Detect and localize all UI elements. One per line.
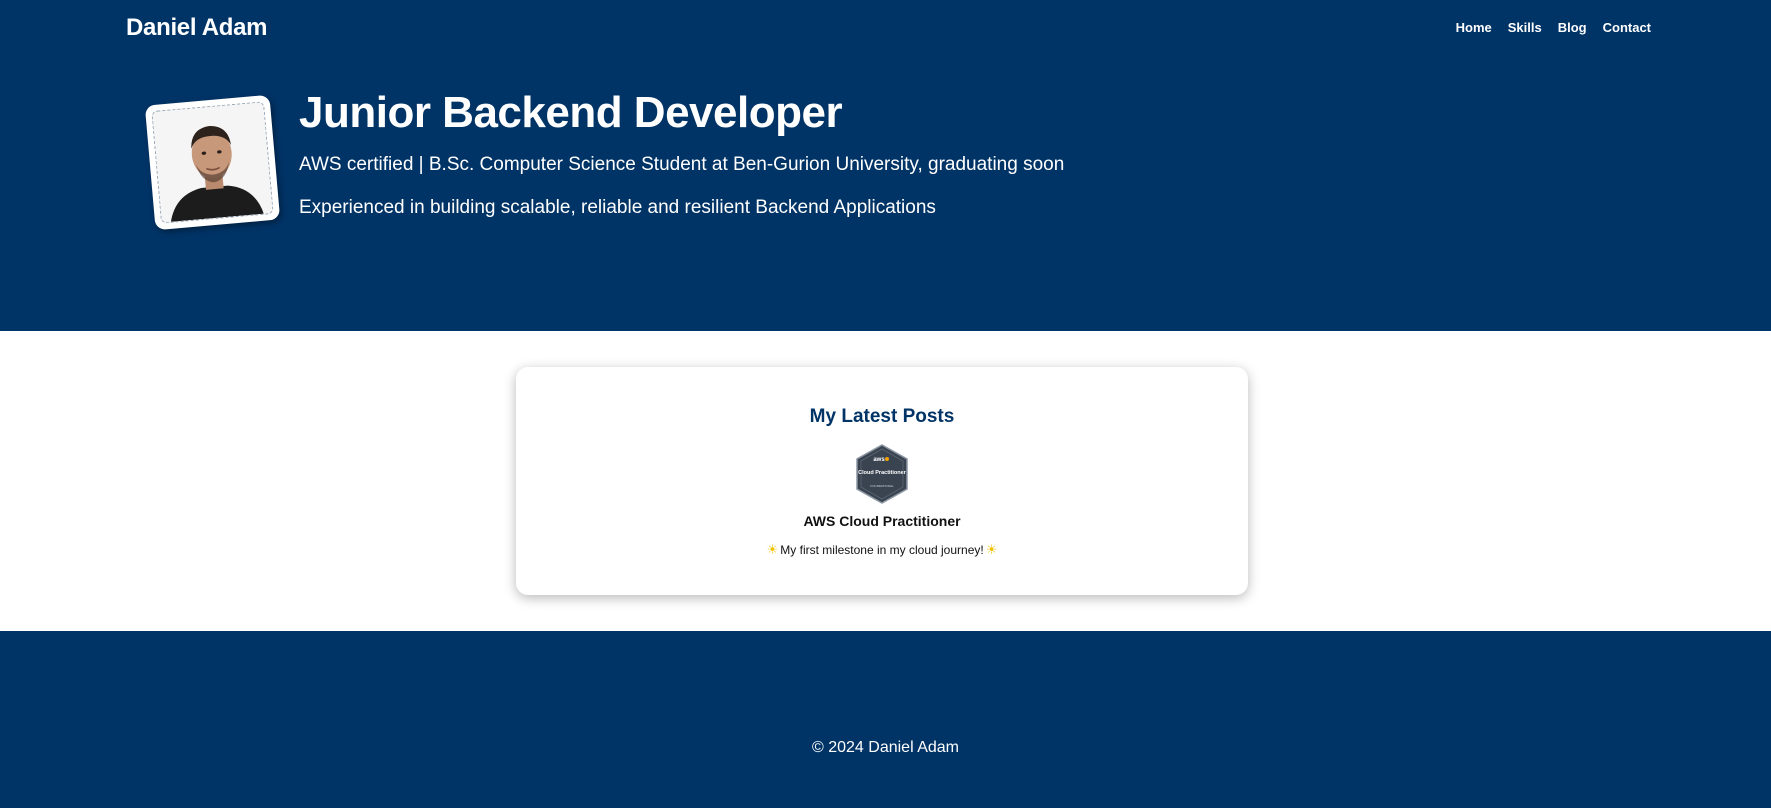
latest-posts-card: My Latest Posts aws Cloud Practitioner F…: [516, 367, 1248, 595]
hero-description: Experienced in building scalable, reliab…: [299, 197, 936, 218]
brand-name[interactable]: Daniel Adam: [126, 14, 267, 42]
post-title[interactable]: AWS Cloud Practitioner: [516, 513, 1248, 529]
sparkle-icon: ☀: [766, 542, 779, 557]
nav-link-skills[interactable]: Skills: [1508, 20, 1542, 35]
profile-photo-icon: [151, 101, 274, 224]
hero-title: Junior Backend Developer: [299, 88, 843, 137]
nav-link-blog[interactable]: Blog: [1558, 20, 1587, 35]
main-nav: Home Skills Blog Contact: [1456, 20, 1651, 35]
footer: © 2024 Daniel Adam: [0, 631, 1771, 808]
nav-link-contact[interactable]: Contact: [1603, 20, 1651, 35]
hero-subtitle: AWS certified | B.Sc. Computer Science S…: [299, 154, 1065, 175]
avatar: [144, 94, 281, 231]
nav-link-home[interactable]: Home: [1456, 20, 1492, 35]
post-description-row: ☀ My first milestone in my cloud journey…: [516, 542, 1248, 558]
hero-section: Daniel Adam Home Skills Blog Contact Jun…: [0, 0, 1771, 331]
sparkle-icon: ☀: [985, 542, 998, 557]
copyright: © 2024 Daniel Adam: [812, 739, 959, 756]
latest-posts-heading: My Latest Posts: [809, 406, 955, 427]
badge-text-aws: aws: [873, 457, 885, 463]
post-description: My first milestone in my cloud journey!: [780, 543, 984, 557]
badge-text-main: Cloud Practitioner: [858, 470, 907, 476]
badge-text-bottom: FOUNDATIONAL: [870, 484, 894, 488]
aws-badge-icon[interactable]: aws Cloud Practitioner FOUNDATIONAL: [851, 443, 913, 505]
